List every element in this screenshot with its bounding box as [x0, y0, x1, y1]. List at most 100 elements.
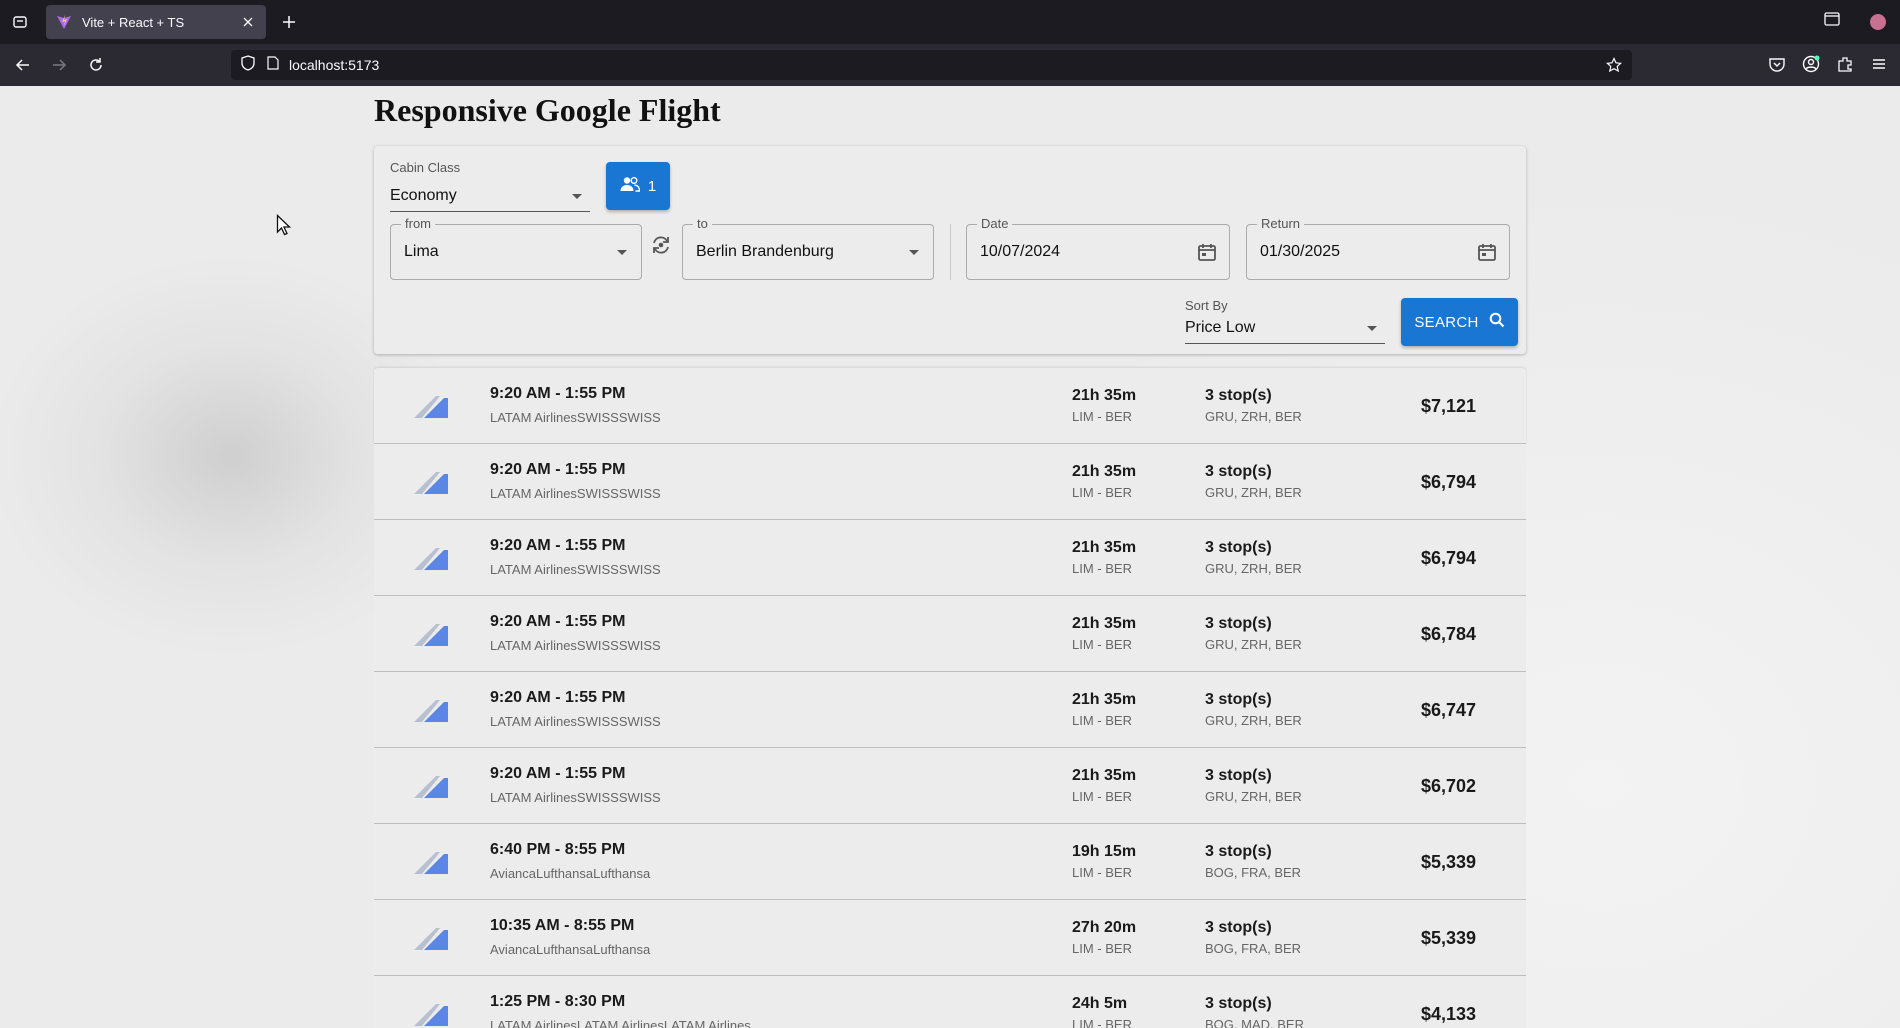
flight-stops: 3 stop(s) — [1205, 463, 1272, 480]
chevron-down-icon — [1367, 326, 1377, 331]
divider — [950, 224, 951, 280]
reload-icon[interactable] — [86, 55, 106, 75]
sort-by-select[interactable]: Sort By Price Low — [1185, 298, 1385, 344]
return-value: 01/30/2025 — [1260, 243, 1341, 260]
flight-duration: 24h 5m — [1072, 995, 1128, 1012]
chevron-down-icon — [909, 250, 919, 255]
mouse-cursor-icon — [276, 214, 292, 236]
flight-price: $5,339 — [1420, 928, 1476, 948]
extensions-icon[interactable] — [1836, 55, 1854, 78]
flight-route: LIM - BER — [1072, 865, 1132, 880]
pocket-icon[interactable] — [1768, 55, 1786, 78]
chevron-down-icon — [617, 250, 627, 255]
to-select[interactable]: to Berlin Brandenburg — [682, 216, 934, 280]
flight-result-row[interactable]: 9:20 AM - 1:55 PM LATAM AirlinesSWISSSWIS… — [374, 672, 1526, 748]
flight-stops: 3 stop(s) — [1205, 843, 1272, 860]
flight-duration: 21h 35m — [1072, 387, 1137, 404]
flight-result-row[interactable]: 10:35 AM - 8:55 PM AviancaLufthansaLuftha… — [374, 900, 1526, 976]
flight-airlines: LATAM AirlinesLATAM AirlinesLATAM Airlin… — [490, 1018, 751, 1028]
flight-stops: 3 stop(s) — [1205, 919, 1272, 936]
airline-logo-icon — [414, 852, 448, 874]
flight-time: 1:25 PM - 8:30 PM — [490, 993, 626, 1010]
page-viewport: Responsive Google Flight Cabin Class Eco… — [0, 86, 1900, 1028]
flight-airlines: LATAM AirlinesSWISSSWISS — [490, 790, 661, 805]
flight-route: LIM - BER — [1072, 409, 1132, 424]
account-icon[interactable] — [1802, 55, 1820, 78]
airline-logo-icon — [414, 776, 448, 798]
cabin-class-label: Cabin Class — [390, 160, 461, 175]
flight-price: $5,339 — [1420, 852, 1476, 872]
close-icon[interactable] — [240, 14, 256, 30]
flight-time: 9:20 AM - 1:55 PM — [490, 765, 626, 782]
flight-route: LIM - BER — [1072, 561, 1132, 576]
flight-result-row[interactable]: 9:20 AM - 1:55 PM LATAM AirlinesSWISSSWIS… — [374, 748, 1526, 824]
flight-duration: 21h 35m — [1072, 463, 1137, 480]
calendar-icon[interactable] — [1197, 242, 1217, 262]
flight-result-row[interactable]: 9:20 AM - 1:55 PM LATAM AirlinesSWISSSWIS… — [374, 596, 1526, 672]
flight-time: 10:35 AM - 8:55 PM — [490, 917, 635, 934]
flight-price: $6,702 — [1420, 776, 1476, 796]
airline-logo-icon — [414, 472, 448, 494]
profile-icon[interactable] — [1870, 13, 1886, 30]
flight-route: LIM - BER — [1072, 789, 1132, 804]
flight-time: 9:20 AM - 1:55 PM — [490, 537, 626, 554]
date-field[interactable]: Date 10/07/2024 — [966, 216, 1230, 280]
airline-logo-icon — [414, 624, 448, 646]
flight-result-row[interactable]: 9:20 AM - 1:55 PM LATAM AirlinesSWISSSWIS… — [374, 368, 1526, 444]
flight-stops: 3 stop(s) — [1205, 995, 1272, 1012]
url-text: localhost:5173 — [289, 57, 380, 73]
to-value: Berlin Brandenburg — [696, 243, 834, 260]
url-bar[interactable]: localhost:5173 — [231, 50, 1632, 80]
flight-stops-detail: GRU, ZRH, BER — [1205, 561, 1302, 576]
flight-result-row[interactable]: 6:40 PM - 8:55 PM AviancaLufthansaLufthan… — [374, 824, 1526, 900]
flight-duration: 21h 35m — [1072, 767, 1137, 784]
flight-result-row[interactable]: 9:20 AM - 1:55 PM LATAM AirlinesSWISSSWIS… — [374, 444, 1526, 520]
flight-price: $7,121 — [1420, 396, 1476, 416]
flight-duration: 27h 20m — [1072, 919, 1137, 936]
swap-icon — [650, 234, 672, 261]
star-icon[interactable] — [1606, 57, 1622, 73]
flight-route: LIM - BER — [1072, 713, 1132, 728]
flight-price: $6,794 — [1420, 472, 1476, 492]
browser-tab[interactable]: Vite + React + TS — [46, 5, 266, 39]
search-button[interactable]: SEARCH — [1401, 298, 1518, 346]
flight-stops-detail: BOG, FRA, BER — [1205, 941, 1302, 956]
flight-airlines: LATAM AirlinesSWISSSWISS — [490, 486, 661, 501]
chevron-down-icon — [572, 194, 582, 199]
flight-result-row[interactable]: 9:20 AM - 1:55 PM LATAM AirlinesSWISSSWIS… — [374, 520, 1526, 596]
tab-list-icon[interactable] — [8, 10, 32, 34]
flight-result-row[interactable]: 1:25 PM - 8:30 PM LATAM AirlinesLATAM Air… — [374, 976, 1526, 1028]
calendar-icon[interactable] — [1477, 242, 1497, 262]
page-icon — [267, 55, 279, 75]
browser-navbar: localhost:5173 — [0, 44, 1900, 86]
airline-logo-icon — [414, 1004, 448, 1026]
flight-duration: 21h 35m — [1072, 539, 1137, 556]
passengers-count: 1 — [647, 177, 657, 195]
flight-price: $4,133 — [1420, 1004, 1476, 1024]
plus-icon[interactable] — [279, 12, 299, 32]
passengers-button[interactable]: 1 — [606, 162, 670, 210]
sort-by-label: Sort By — [1185, 298, 1228, 313]
flight-stops: 3 stop(s) — [1205, 691, 1272, 708]
from-select[interactable]: from Lima — [390, 216, 642, 280]
airline-logo-icon — [414, 928, 448, 950]
cabin-class-select[interactable]: Cabin Class Economy — [390, 160, 590, 212]
airline-logo-icon — [414, 548, 448, 570]
flight-duration: 21h 35m — [1072, 615, 1137, 632]
menu-icon[interactable] — [1870, 55, 1888, 78]
back-icon[interactable] — [13, 55, 33, 75]
flight-time: 9:20 AM - 1:55 PM — [490, 461, 626, 478]
swap-button[interactable] — [648, 234, 674, 260]
date-label: Date — [977, 216, 1013, 231]
browser-tabbar: Vite + React + TS — [0, 0, 1900, 44]
return-field[interactable]: Return 01/30/2025 — [1246, 216, 1510, 280]
to-label: to — [693, 216, 712, 231]
window-icon[interactable] — [1824, 12, 1840, 31]
flight-airlines: LATAM AirlinesSWISSSWISS — [490, 638, 661, 653]
flight-stops-detail: GRU, ZRH, BER — [1205, 789, 1302, 804]
flight-route: LIM - BER — [1072, 485, 1132, 500]
shield-icon[interactable] — [241, 54, 255, 76]
flight-duration: 19h 15m — [1072, 843, 1137, 860]
flight-price: $6,747 — [1420, 700, 1476, 720]
forward-icon[interactable] — [49, 55, 69, 75]
